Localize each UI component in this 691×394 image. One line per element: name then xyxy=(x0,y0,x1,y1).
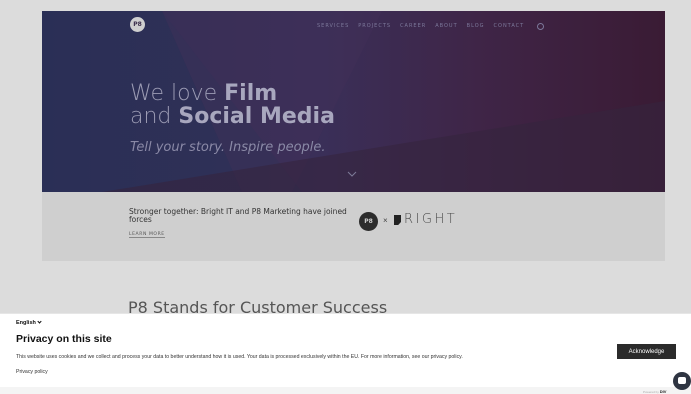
headline-line2-pre: and xyxy=(130,104,179,129)
acknowledge-button[interactable]: Acknowledge xyxy=(617,344,676,359)
nav-career[interactable]: CAREER xyxy=(400,23,426,29)
cookie-banner: English Privacy on this site This websit… xyxy=(0,313,691,387)
scroll-down-chevron-icon[interactable] xyxy=(347,171,357,177)
times-sign: × xyxy=(383,216,388,225)
chat-bubble-icon xyxy=(678,377,686,384)
hero-headline: We love Film and Social Media xyxy=(130,82,335,128)
footer-strip xyxy=(0,387,691,394)
powered-by: Powered by DIV xyxy=(643,389,666,394)
hero-section: P8 SERVICES PROJECTS CAREER ABOUT BLOG C… xyxy=(42,11,665,192)
bright-logo-text: RIGHT xyxy=(404,212,458,227)
powered-by-brand: DIV xyxy=(659,389,667,394)
language-selector[interactable]: English xyxy=(16,319,42,326)
hero-tagline: Tell your story. Inspire people. xyxy=(130,140,326,155)
chevron-down-icon xyxy=(37,319,42,324)
partnership-banner: Stronger together: Bright IT and P8 Mark… xyxy=(42,192,665,261)
partnership-text: Stronger together: Bright IT and P8 Mark… xyxy=(129,207,347,224)
privacy-policy-link[interactable]: Privacy policy xyxy=(16,369,48,375)
headline-line2-bold: Social Media xyxy=(178,104,335,129)
nav-about[interactable]: ABOUT xyxy=(435,23,457,29)
nav-services[interactable]: SERVICES xyxy=(317,23,349,29)
powered-by-label: Powered by xyxy=(643,390,659,394)
nav-blog[interactable]: BLOG xyxy=(467,23,485,29)
nav-contact[interactable]: CONTACT xyxy=(494,23,525,29)
nav-projects[interactable]: PROJECTS xyxy=(358,23,391,29)
main-nav: SERVICES PROJECTS CAREER ABOUT BLOG CONT… xyxy=(317,21,545,31)
p8-logo[interactable]: P8 xyxy=(130,17,145,32)
cookie-title: Privacy on this site xyxy=(16,333,112,345)
chat-widget-button[interactable] xyxy=(673,372,691,390)
headline-line1-bold: Film xyxy=(224,81,278,106)
language-label: English xyxy=(16,320,36,326)
search-icon[interactable] xyxy=(537,22,545,30)
headline-line1-pre: We love xyxy=(130,81,225,106)
p8-badge-logo: P8 xyxy=(359,212,378,231)
cookie-description: This website uses cookies and we collect… xyxy=(16,354,463,360)
bright-logo-mark-icon xyxy=(394,215,401,225)
learn-more-link[interactable]: LEARN MORE xyxy=(129,232,165,238)
